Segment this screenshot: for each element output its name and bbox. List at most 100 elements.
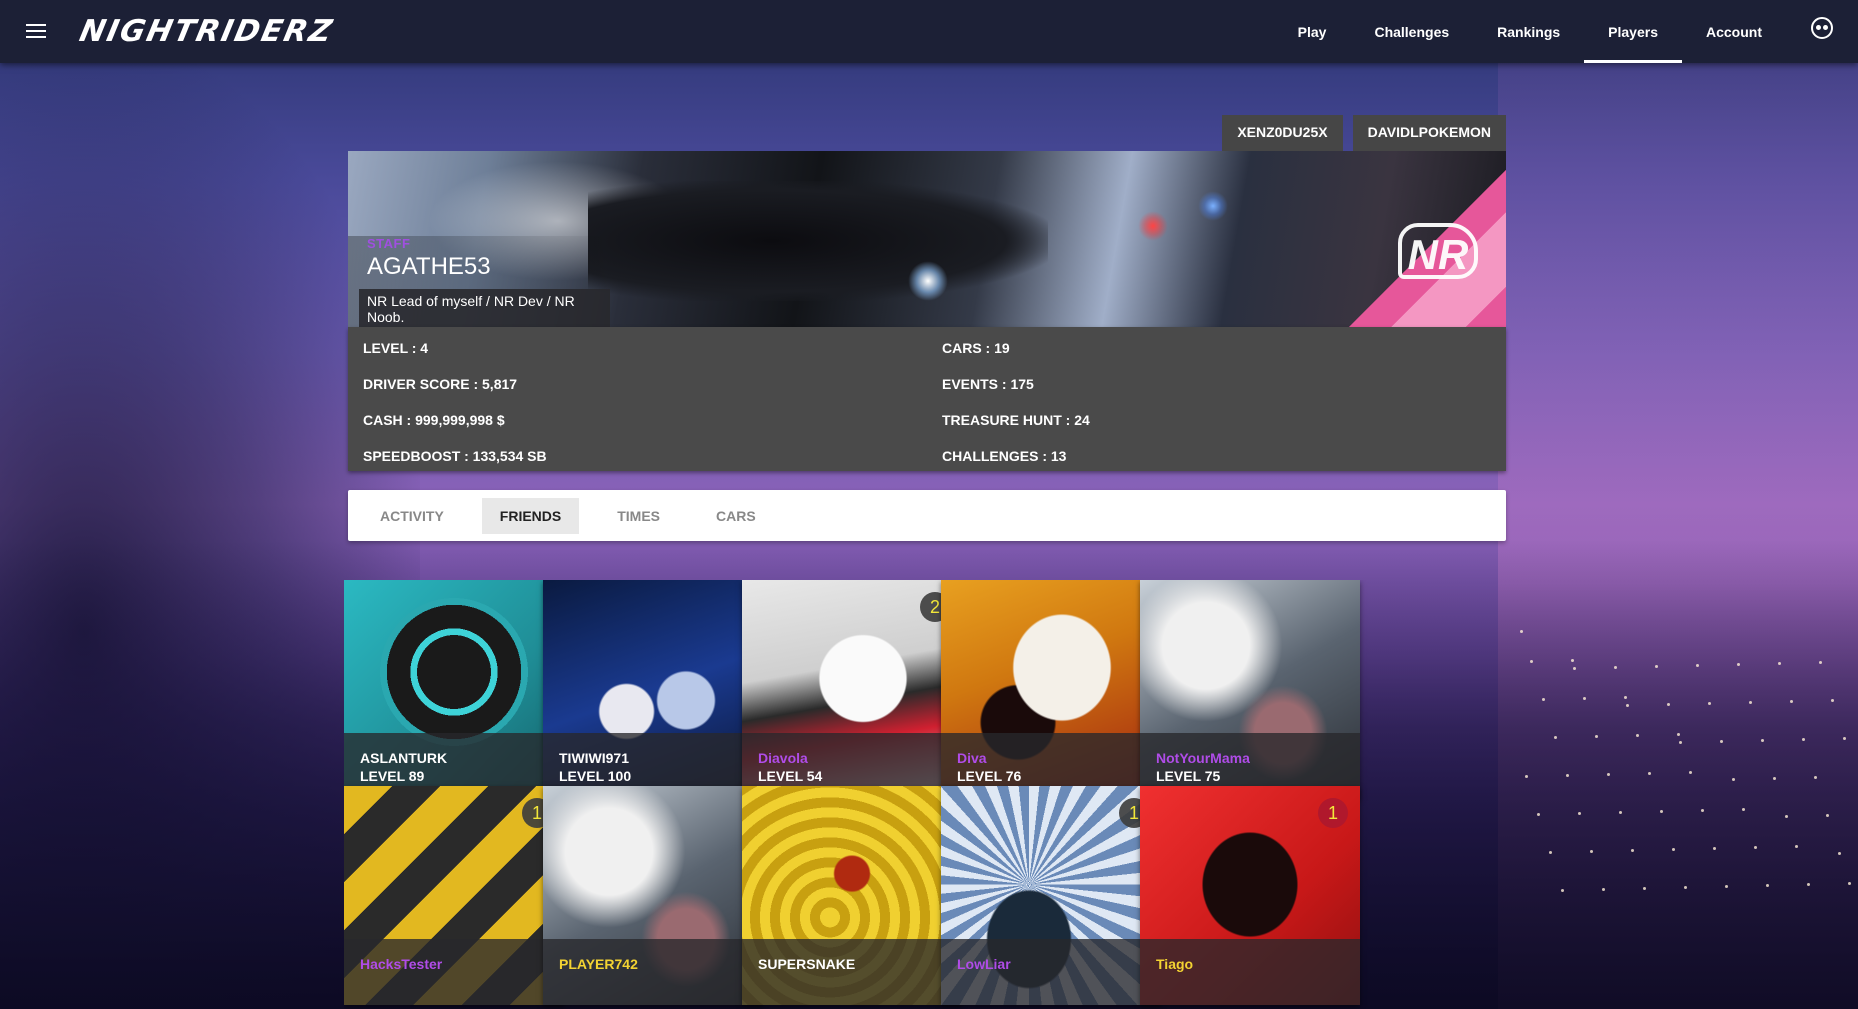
city-light [1561, 889, 1564, 892]
stat-driver-score: DRIVER SCORE : 5,817 [363, 376, 518, 392]
city-light [1554, 736, 1557, 739]
police-light-red [1138, 211, 1168, 241]
friend-card[interactable]: PLAYER742 [543, 786, 763, 1005]
nav-players[interactable]: Players [1584, 0, 1682, 63]
tab-cars[interactable]: CARS [698, 498, 774, 534]
banner-car [588, 181, 1048, 301]
city-light [1578, 812, 1581, 815]
city-light [1643, 887, 1646, 890]
city-light [1819, 661, 1822, 664]
friend-card[interactable]: TIWIWI971 LEVEL 100 [543, 580, 763, 799]
city-light [1655, 665, 1658, 668]
friend-card[interactable]: 1 LowLiar [941, 786, 1161, 1005]
friend-card[interactable]: SUPERSNAKE [742, 786, 962, 1005]
city-light [1542, 698, 1545, 701]
city-light [1525, 775, 1528, 778]
friend-name: Tiago [1156, 956, 1194, 972]
city-light [1660, 810, 1663, 813]
city-light [1737, 663, 1740, 666]
user-avatar-icon[interactable] [1786, 0, 1858, 63]
friend-label: PLAYER742 [543, 939, 763, 1005]
profile-banner: NR STAFF AGATHE53 NR Lead of myself / NR… [348, 151, 1506, 327]
tab-activity[interactable]: ACTIVITY [362, 498, 462, 534]
player-name: AGATHE53 [367, 253, 491, 280]
friend-name: LowLiar [957, 956, 1011, 972]
city-light [1590, 850, 1593, 853]
city-light [1689, 771, 1692, 774]
friend-name: HacksTester [360, 956, 443, 972]
city-light [1778, 662, 1781, 665]
city-light [1677, 733, 1680, 736]
city-light [1667, 703, 1670, 706]
stat-level: LEVEL : 4 [363, 340, 429, 356]
site-logo[interactable]: NIGHTRIDERZ [76, 12, 337, 52]
profile-switch-buttons: XENZ0DU25X DAVIDLPOKEMON [1222, 115, 1506, 151]
city-light [1631, 849, 1634, 852]
city-light [1626, 704, 1629, 707]
city-light [1807, 883, 1810, 886]
main-nav: Play Challenges Rankings Players Account [1274, 0, 1858, 63]
city-light [1843, 737, 1846, 740]
friend-level: LEVEL 76 [957, 768, 1022, 784]
city-light [1785, 815, 1788, 818]
city-light [1624, 696, 1627, 699]
player-description: NR Lead of myself / NR Dev / NR Noob. [359, 289, 610, 327]
city-light [1583, 697, 1586, 700]
police-light-blue [1198, 191, 1228, 221]
city-light [1814, 776, 1817, 779]
tab-times[interactable]: TIMES [599, 498, 678, 534]
friend-name: NotYourMama [1156, 750, 1250, 766]
city-light [1684, 886, 1687, 889]
profile-button-xenz0du25x[interactable]: XENZ0DU25X [1222, 115, 1343, 151]
city-light [1795, 845, 1798, 848]
city-light [1848, 882, 1851, 885]
hamburger-menu-icon[interactable] [22, 20, 50, 44]
city-light [1826, 814, 1829, 817]
city-light [1648, 772, 1651, 775]
friends-grid: ASLANTURK LEVEL 89 TIWIWI971 LEVEL 100 2 Diav… [344, 580, 1508, 1009]
city-light [1619, 811, 1622, 814]
tab-friends[interactable]: FRIENDS [481, 497, 580, 534]
nav-challenges[interactable]: Challenges [1350, 0, 1473, 63]
profile-button-davidlpokemon[interactable]: DAVIDLPOKEMON [1352, 115, 1506, 151]
city-light [1754, 846, 1757, 849]
friend-card[interactable]: 1 Tiago [1140, 786, 1360, 1005]
stat-cars: CARS : 19 [942, 340, 1010, 356]
stat-events: EVENTS : 175 [942, 376, 1034, 392]
city-light [1773, 777, 1776, 780]
city-light [1566, 774, 1569, 777]
friend-card[interactable]: ASLANTURK LEVEL 89 [344, 580, 564, 799]
friend-name: Diavola [758, 750, 808, 766]
stat-challenges: CHALLENGES : 13 [942, 448, 1067, 464]
top-bar: NIGHTRIDERZ Play Challenges Rankings Pla… [0, 0, 1858, 63]
nav-account[interactable]: Account [1682, 0, 1786, 63]
city-light [1520, 630, 1523, 633]
city-light [1549, 851, 1552, 854]
friend-label: SUPERSNAKE [742, 939, 962, 1005]
friend-card[interactable]: 1 HacksTester [344, 786, 564, 1005]
friend-label: Tiago [1140, 939, 1360, 1005]
friend-card[interactable]: Diva LEVEL 76 [941, 580, 1161, 799]
friend-label: HacksTester [344, 939, 564, 1005]
city-light [1701, 809, 1704, 812]
friend-name: SUPERSNAKE [758, 956, 856, 972]
friend-name: ASLANTURK [360, 750, 448, 766]
city-light [1838, 852, 1841, 855]
friend-card[interactable]: 2 Diavola LEVEL 54 [742, 580, 962, 799]
city-light [1708, 702, 1711, 705]
city-light [1713, 847, 1716, 850]
nav-rankings[interactable]: Rankings [1473, 0, 1584, 63]
friend-level: LEVEL 54 [758, 768, 823, 784]
city-light [1530, 660, 1533, 663]
stat-speedboost: SPEEDBOOST : 133,534 SB [363, 448, 547, 464]
city-light [1607, 773, 1610, 776]
stat-cash: CASH : 999,999,998 $ [363, 412, 505, 428]
stat-treasure-hunt: TREASURE HUNT : 24 [942, 412, 1090, 428]
nav-play[interactable]: Play [1274, 0, 1351, 63]
friend-level: LEVEL 100 [559, 768, 632, 784]
headlight [908, 261, 948, 301]
city-light [1766, 884, 1769, 887]
friend-level: LEVEL 75 [1156, 768, 1221, 784]
city-light [1802, 738, 1805, 741]
friend-card[interactable]: NotYourMama LEVEL 75 [1140, 580, 1360, 799]
